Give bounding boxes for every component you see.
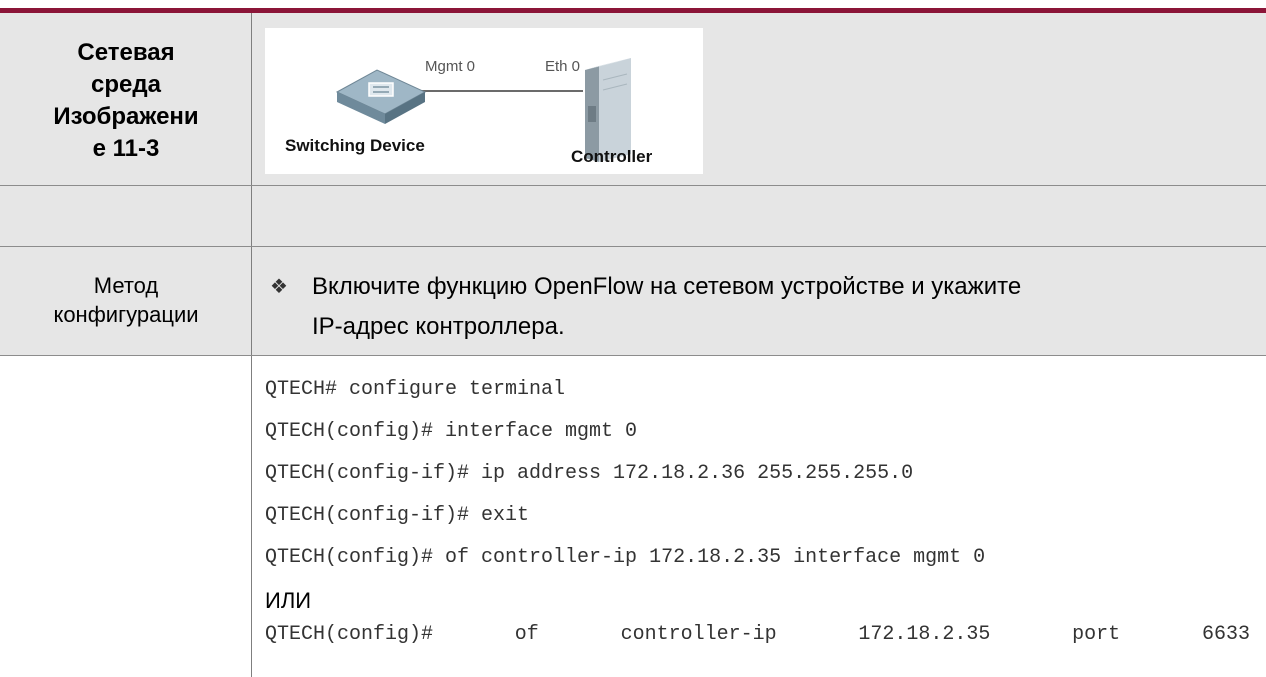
mgmt-port-label: Mgmt 0	[425, 58, 476, 75]
eth-port-label: Eth 0	[545, 58, 581, 75]
code-token: of	[514, 623, 539, 646]
code-line: QTECH# configure terminal	[265, 378, 566, 401]
code-token: QTECH(config)#	[265, 623, 434, 646]
label-line: конфигурации	[53, 302, 199, 327]
network-environment-row: Сетевая среда Изображени е 11-3 Mgmt 0 E…	[0, 13, 1266, 186]
code-token: port	[1072, 623, 1121, 646]
code-token: 172.18.2.35	[858, 623, 991, 646]
code-token: controller-ip	[620, 623, 777, 646]
label-line: Изображени	[53, 103, 199, 130]
configuration-method-row: Метод конфигурации ❖ Включите функцию Op…	[0, 247, 1266, 356]
method-text-line: Включите функцию OpenFlow на сетевом уст…	[312, 273, 1022, 300]
code-token: 6633	[1201, 623, 1250, 646]
switch-icon	[335, 69, 427, 124]
or-separator: ИЛИ	[265, 588, 312, 613]
empty-row	[0, 186, 1266, 247]
code-line: QTECH(config)# of controller-ip 172.18.2…	[265, 546, 986, 569]
row-label-cell	[0, 186, 252, 246]
method-text-line: IP-адрес контроллера.	[312, 313, 565, 340]
code-line: QTECH(config)# of controller-ip 172.18.2…	[265, 623, 1250, 646]
code-line: QTECH(config)# interface mgmt 0	[265, 420, 638, 443]
row-label-cell: Метод конфигурации	[0, 247, 252, 355]
configuration-method-label: Метод конфигурации	[0, 271, 252, 329]
label-line: Сетевая	[77, 39, 175, 66]
switching-device-label: Switching Device	[285, 136, 425, 155]
row-label-cell: Сетевая среда Изображени е 11-3	[0, 13, 252, 185]
label-line: е 11-3	[92, 135, 160, 162]
code-line: QTECH(config-if)# ip address 172.18.2.36…	[265, 462, 914, 485]
label-line: Метод	[93, 273, 159, 298]
label-line: среда	[91, 71, 161, 98]
topology-diagram: Mgmt 0 Eth 0 Switching Device Controller	[265, 28, 703, 174]
code-line: QTECH(config-if)# exit	[265, 504, 530, 527]
configuration-steps-row: QTECH# configure terminal QTECH(config)#…	[0, 356, 1266, 677]
row-label-cell	[0, 356, 252, 677]
controller-label: Controller	[571, 147, 653, 166]
diamond-bullet-icon: ❖	[270, 276, 288, 298]
network-environment-label: Сетевая среда Изображени е 11-3	[0, 37, 252, 165]
